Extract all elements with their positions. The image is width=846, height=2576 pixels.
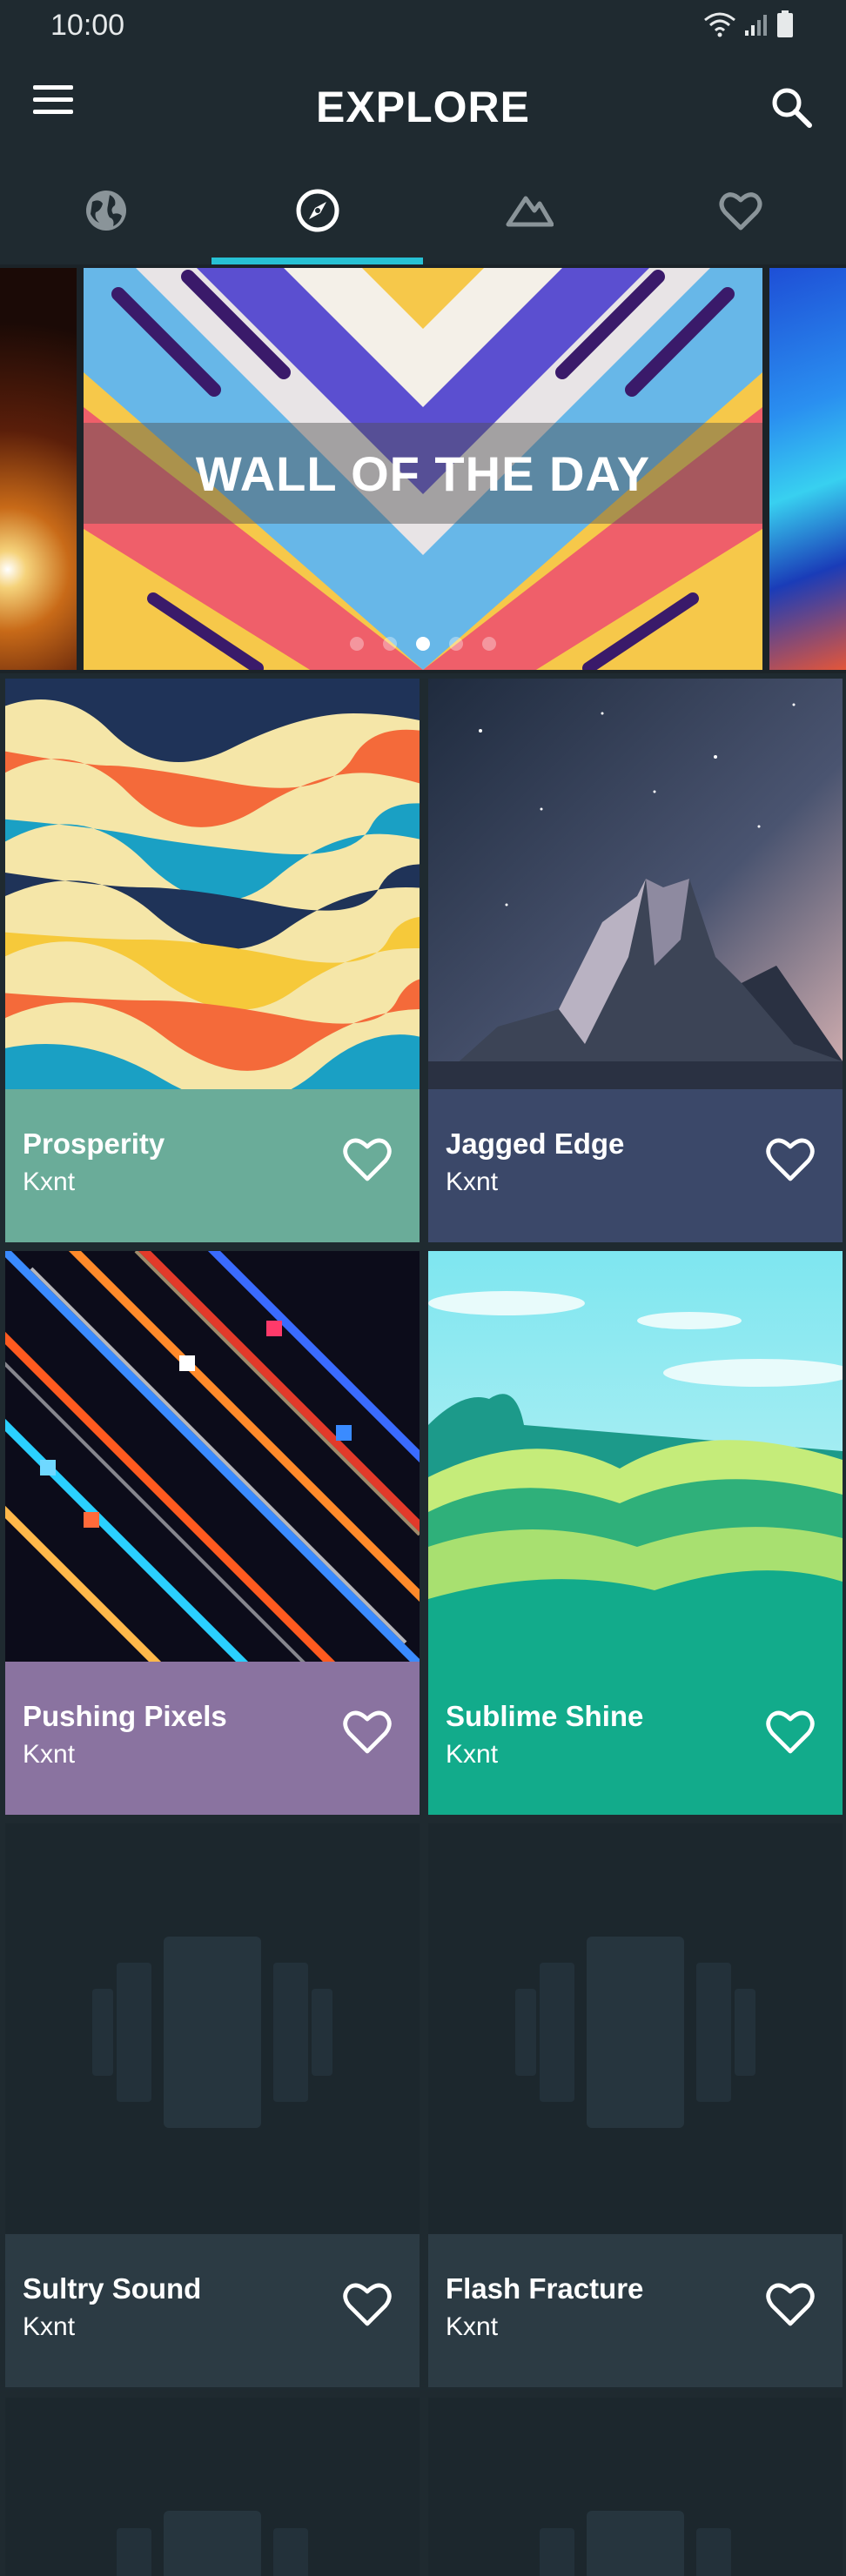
wallpaper-info: Pushing Pixels Kxnt <box>5 1662 420 1815</box>
favorite-button[interactable] <box>341 1134 393 1183</box>
tab-explore[interactable] <box>212 157 423 264</box>
wallpaper-title: Sultry Sound <box>23 2272 202 2305</box>
wallpaper-placeholder-icon <box>117 2511 308 2576</box>
wallpaper-title: Jagged Edge <box>446 1127 625 1160</box>
wallpaper-thumbnail-placeholder <box>5 1823 420 2234</box>
wallpaper-thumbnail <box>428 1251 843 1662</box>
wall-of-the-day-carousel[interactable]: WALL OF THE DAY <box>0 264 846 673</box>
search-icon <box>772 88 812 128</box>
battery-icon <box>777 10 793 37</box>
mountain-icon <box>506 196 554 227</box>
heart-outline-icon <box>343 2283 392 2326</box>
status-bar: 10:00 <box>0 0 846 52</box>
status-icons <box>703 10 794 38</box>
wallpaper-thumbnail <box>5 1251 420 1662</box>
heart-outline-icon <box>766 2283 815 2326</box>
carousel-prev-slide[interactable] <box>0 268 77 670</box>
wallpaper-info: Flash Fracture Kxnt <box>428 2234 843 2387</box>
app-bar: EXPLORE <box>0 52 846 157</box>
tab-favorites[interactable] <box>634 157 846 264</box>
wallpaper-thumbnail-placeholder <box>428 1823 843 2234</box>
globe-icon <box>85 191 126 231</box>
banner-title: WALL OF THE DAY <box>195 445 651 501</box>
wallpaper-author: Kxnt <box>23 2312 76 2341</box>
favorite-button[interactable] <box>341 2279 393 2328</box>
heart-outline-icon <box>343 1138 392 1181</box>
favorite-button[interactable] <box>764 2279 816 2328</box>
wallpaper-title: Sublime Shine <box>446 1700 644 1732</box>
favorite-button[interactable] <box>764 1707 816 1756</box>
carousel-dot-active[interactable] <box>416 637 430 651</box>
wallpaper-info: Jagged Edge Kxnt <box>428 1089 843 1242</box>
wallpaper-card[interactable]: Flash Fracture Kxnt <box>428 1823 843 2387</box>
wallpaper-placeholder-icon <box>92 1937 332 2128</box>
wallpaper-title: Prosperity <box>23 1127 165 1160</box>
wallpaper-card[interactable]: Sublime Shine Kxnt <box>428 1251 843 1815</box>
carousel-dot[interactable] <box>482 637 496 651</box>
signal-icon <box>745 15 767 36</box>
wallpaper-author: Kxnt <box>23 1168 76 1196</box>
carousel-dot[interactable] <box>449 637 463 651</box>
tab-collections[interactable] <box>423 157 634 264</box>
carousel-current-slide[interactable]: WALL OF THE DAY <box>84 268 762 670</box>
wifi-icon <box>704 12 735 37</box>
heart-outline-icon <box>766 1710 815 1754</box>
carousel-dot[interactable] <box>383 637 397 651</box>
wallpaper-placeholder-icon <box>515 1937 755 2128</box>
wallpaper-author: Kxnt <box>23 1740 76 1769</box>
wallpaper-title: Flash Fracture <box>446 2272 644 2305</box>
search-button[interactable] <box>768 84 816 132</box>
heart-outline-icon <box>766 1138 815 1181</box>
wallpaper-card[interactable] <box>5 2398 420 2576</box>
wallpaper-title: Pushing Pixels <box>23 1700 227 1732</box>
heart-outline-icon <box>343 1710 392 1754</box>
compass-icon <box>296 189 339 232</box>
wallpaper-thumbnail <box>428 679 843 1089</box>
carousel-dot[interactable] <box>350 637 364 651</box>
slide-banner: WALL OF THE DAY <box>84 423 762 524</box>
wallpaper-card[interactable]: Jagged Edge Kxnt <box>428 679 843 1242</box>
wallpaper-author: Kxnt <box>446 2312 499 2341</box>
wallpaper-author: Kxnt <box>446 1740 499 1769</box>
wallpaper-card[interactable]: Prosperity Kxnt <box>5 679 420 1242</box>
tab-bar <box>0 157 846 264</box>
wallpaper-card[interactable] <box>428 2398 843 2576</box>
heart-icon <box>719 192 762 231</box>
wallpaper-info: Sublime Shine Kxnt <box>428 1662 843 1815</box>
wallpaper-author: Kxnt <box>446 1168 499 1196</box>
carousel-dots <box>84 637 762 651</box>
wallpaper-card[interactable]: Sultry Sound Kxnt <box>5 1823 420 2387</box>
wallpaper-info: Prosperity Kxnt <box>5 1089 420 1242</box>
tab-world[interactable] <box>0 157 212 264</box>
carousel-next-slide[interactable] <box>769 268 846 670</box>
favorite-button[interactable] <box>341 1707 393 1756</box>
page-title: EXPLORE <box>316 83 530 131</box>
status-time: 10:00 <box>50 9 125 42</box>
favorite-button[interactable] <box>764 1134 816 1183</box>
wallpaper-placeholder-icon <box>540 2511 731 2576</box>
wallpaper-card[interactable]: Pushing Pixels Kxnt <box>5 1251 420 1815</box>
wallpaper-thumbnail <box>5 679 420 1089</box>
wallpaper-info: Sultry Sound Kxnt <box>5 2234 420 2387</box>
